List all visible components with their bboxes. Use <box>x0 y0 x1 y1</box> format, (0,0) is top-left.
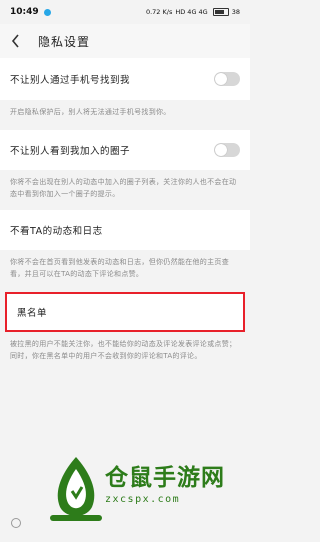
setting-label: 不看TA的动态和日志 <box>10 226 103 237</box>
watermark-title: 仓鼠手游网 <box>105 465 225 491</box>
setting-row-hide-posts[interactable]: 不看TA的动态和日志 <box>0 210 250 250</box>
status-time: 10:49 <box>10 7 39 17</box>
blacklist-description: 被拉黑的用户不能关注你，也不能给你的动态及评论发表评论或点赞；同时，你在黑名单中… <box>10 340 237 360</box>
status-indicators: 0.72 K/s HD 4G 4G 38 <box>146 8 240 16</box>
network-type: HD 4G 4G <box>175 8 208 16</box>
back-button[interactable] <box>0 24 30 58</box>
blacklist-row[interactable]: 黑名单 <box>5 292 245 332</box>
setting-description: 你将不会出现在别人的动态中加入的圈子列表，关注你的人也不会在动态中看到你加入一个… <box>10 178 237 198</box>
hamster-logo-icon <box>50 457 102 521</box>
toggle-knob <box>215 73 227 85</box>
setting-description: 开启隐私保护后，别人将无法通过手机号找到你。 <box>10 108 171 116</box>
page-title: 隐私设置 <box>38 34 91 49</box>
status-bar: 10:49 0.72 K/s HD 4G 4G 38 <box>0 0 250 24</box>
network-speed: 0.72 K/s <box>145 8 173 16</box>
circles-toggle[interactable] <box>214 143 240 157</box>
battery-level: 38 <box>231 8 240 16</box>
header: 隐私设置 <box>0 24 250 58</box>
toggle-knob <box>215 144 227 156</box>
setting-label: 不让别人看到我加入的圈子 <box>10 146 131 157</box>
setting-row-phone-search[interactable]: 不让别人通过手机号找到我 <box>0 58 250 100</box>
setting-label: 不让别人通过手机号找到我 <box>10 75 131 86</box>
notification-dot-icon <box>43 8 51 16</box>
phone-search-toggle[interactable] <box>214 72 240 86</box>
blacklist-label: 黑名单 <box>17 308 48 319</box>
battery-icon <box>212 8 229 16</box>
watermark-text: 仓鼠手游网 zxcspx.com <box>105 458 240 505</box>
back-arrow-icon <box>11 34 19 48</box>
watermark-logo <box>50 455 102 523</box>
setting-row-circles[interactable]: 不让别人看到我加入的圈子 <box>0 130 250 170</box>
setting-description: 你将不会在首页看到他发表的动态和日志，但你仍然能在他的主页查看，并且可以在TA的… <box>10 258 229 278</box>
home-indicator-icon[interactable] <box>11 518 21 528</box>
watermark-url: zxcspx.com <box>105 494 181 505</box>
